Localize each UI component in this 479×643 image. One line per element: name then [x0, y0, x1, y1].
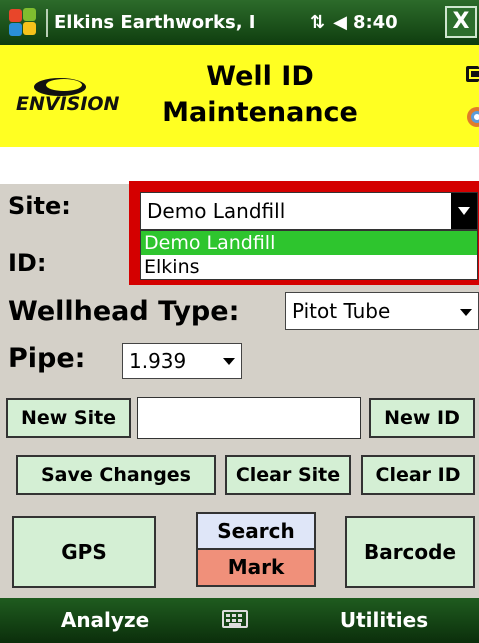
chevron-down-icon — [458, 207, 470, 215]
soft-key-bar: Analyze Utilities — [0, 598, 479, 643]
wellhead-type-value: Pitot Tube — [292, 299, 391, 323]
page-title: Well ID Maintenance — [160, 59, 360, 131]
title-separator — [46, 8, 48, 37]
analyze-softkey[interactable]: Analyze — [0, 598, 210, 643]
chevron-down-icon — [223, 358, 235, 365]
new-id-button[interactable]: New ID — [369, 398, 475, 438]
utilities-softkey[interactable]: Utilities — [289, 598, 479, 643]
windows-start-icon[interactable] — [0, 0, 44, 45]
clear-id-button[interactable]: Clear ID — [361, 455, 475, 495]
site-option[interactable]: Elkins — [141, 255, 477, 279]
connectivity-icon[interactable]: ⇅ — [310, 12, 325, 33]
close-button[interactable]: X — [445, 6, 477, 38]
envision-logo: ENVISION — [12, 75, 142, 123]
clock-time[interactable]: 8:40 — [353, 12, 398, 33]
spacer — [0, 147, 479, 184]
site-dropdown-button[interactable] — [451, 193, 477, 229]
site-label: Site: — [8, 192, 71, 220]
wellhead-type-select[interactable]: Pitot Tube — [285, 292, 479, 330]
wellhead-type-label: Wellhead Type: — [8, 296, 240, 327]
search-button[interactable]: Search — [198, 514, 314, 550]
logo-text: ENVISION — [16, 93, 120, 115]
pipe-select[interactable]: 1.939 — [122, 343, 242, 379]
site-select-value: Demo Landfill — [147, 199, 286, 223]
site-dropdown-open: Demo Landfill Demo Landfill Elkins — [129, 181, 479, 285]
app-title: Elkins Earthworks, I — [54, 12, 256, 33]
battery-icon — [466, 66, 479, 82]
app-header: ENVISION Well ID Maintenance — [0, 45, 479, 147]
site-option[interactable]: Demo Landfill — [141, 231, 477, 255]
page-title-line1: Well ID — [206, 61, 314, 92]
new-site-button[interactable]: New Site — [6, 398, 131, 438]
page-title-line2: Maintenance — [162, 97, 358, 128]
site-select[interactable]: Demo Landfill — [140, 192, 478, 230]
sync-globe-icon — [467, 107, 479, 127]
site-options-list: Demo Landfill Elkins — [140, 230, 478, 280]
clear-site-button[interactable]: Clear Site — [225, 455, 351, 495]
search-mark-group: Search Mark — [196, 512, 316, 587]
title-bar: Elkins Earthworks, I ⇅ ◀︎ 8:40 X — [0, 0, 479, 45]
gps-button[interactable]: GPS — [12, 516, 156, 588]
barcode-button[interactable]: Barcode — [345, 516, 475, 588]
mark-button[interactable]: Mark — [198, 550, 314, 585]
new-entry-input[interactable] — [137, 397, 361, 439]
pipe-value: 1.939 — [129, 349, 187, 373]
chevron-down-icon — [460, 309, 472, 316]
save-changes-button[interactable]: Save Changes — [16, 455, 216, 495]
volume-icon[interactable]: ◀︎ — [333, 12, 347, 33]
id-label: ID: — [8, 249, 47, 277]
pipe-label: Pipe: — [8, 343, 86, 374]
keyboard-icon[interactable] — [222, 610, 248, 628]
